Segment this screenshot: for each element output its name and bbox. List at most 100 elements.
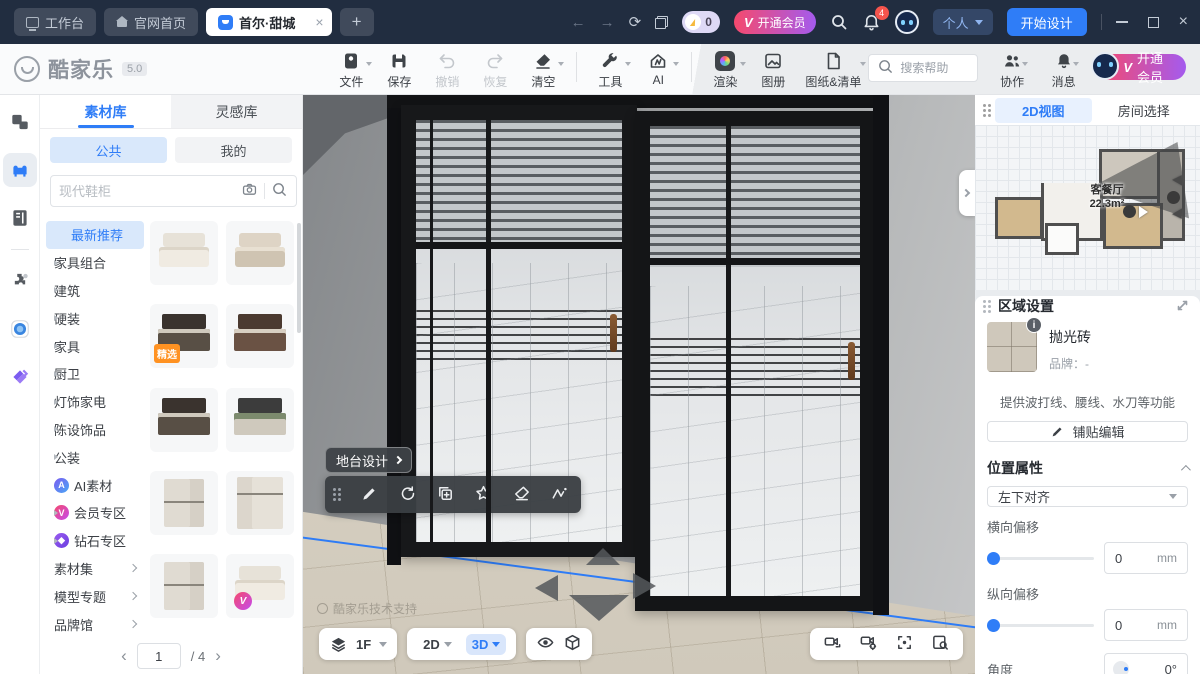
eraser-icon[interactable] bbox=[512, 484, 531, 506]
rail-custom-cabinet-button[interactable] bbox=[3, 201, 37, 235]
help-search-input[interactable] bbox=[900, 61, 970, 75]
prev-page-icon[interactable]: ‹ bbox=[121, 646, 127, 666]
tab-official-home[interactable]: 官网首页 bbox=[104, 8, 198, 36]
subtab-public[interactable]: 公共 bbox=[50, 137, 167, 163]
drag-handle[interactable] bbox=[333, 488, 341, 501]
camera-position-dot[interactable] bbox=[1167, 191, 1180, 204]
search-icon[interactable] bbox=[271, 181, 288, 201]
slider-knob[interactable] bbox=[987, 552, 1000, 565]
camera-search-icon[interactable] bbox=[241, 181, 258, 201]
maximize-icon[interactable] bbox=[1148, 17, 1159, 28]
rail-app-purple-button[interactable] bbox=[3, 360, 37, 394]
coin-balance[interactable]: 0 bbox=[682, 11, 720, 33]
notifications-bell-icon[interactable]: 4 bbox=[862, 13, 881, 32]
page-number-input[interactable]: 1 bbox=[137, 643, 181, 669]
category-item-lighting-appliance[interactable]: 灯饰家电 bbox=[46, 388, 144, 416]
camera-settings-icon[interactable] bbox=[859, 633, 878, 655]
nav-arrow-left-icon[interactable] bbox=[535, 575, 558, 601]
category-item-hard-finish[interactable]: 硬装 bbox=[46, 304, 144, 332]
tab-workspace[interactable]: 工作台 bbox=[14, 8, 96, 36]
collapse-panel-handle[interactable] bbox=[959, 170, 975, 216]
angle-dial-icon[interactable] bbox=[1113, 661, 1129, 674]
save-button[interactable]: 保存 bbox=[376, 48, 422, 90]
help-search-box[interactable] bbox=[868, 54, 978, 82]
category-item-furniture-sets[interactable]: 家具组合 bbox=[46, 249, 144, 277]
tools-button[interactable]: 工具 bbox=[587, 48, 633, 90]
ai-button[interactable]: AI bbox=[635, 48, 681, 87]
ai-icon[interactable] bbox=[550, 484, 569, 506]
render-button[interactable]: 渲染 bbox=[702, 48, 748, 90]
info-icon[interactable]: i bbox=[1026, 317, 1042, 333]
category-item-model-topics[interactable]: 模型专题 bbox=[46, 582, 144, 610]
material-search-box[interactable] bbox=[50, 175, 297, 207]
material-thumbnail[interactable] bbox=[226, 304, 294, 368]
category-item-decor[interactable]: 陈设饰品 bbox=[46, 416, 144, 444]
tab-room-select[interactable]: 房间选择 bbox=[1096, 98, 1193, 123]
camera-frame-icon[interactable] bbox=[823, 633, 842, 655]
tile-edit-button[interactable]: 铺贴编辑 bbox=[987, 421, 1188, 442]
material-thumbnail[interactable] bbox=[226, 388, 294, 452]
drag-handle[interactable] bbox=[983, 300, 991, 313]
profile-menu[interactable]: 个人 bbox=[933, 9, 993, 35]
category-item-brand-hall[interactable]: 品牌馆 bbox=[46, 610, 144, 638]
expand-panel-icon[interactable] bbox=[1177, 299, 1188, 314]
zoom-view-icon[interactable] bbox=[931, 633, 950, 655]
floor-selector[interactable]: 1F bbox=[319, 628, 397, 660]
close-window-icon[interactable]: × bbox=[1179, 13, 1188, 31]
tab-project-active[interactable]: 首尔·甜城 × bbox=[206, 8, 332, 36]
material-thumbnail[interactable] bbox=[226, 471, 294, 535]
category-item-commercial[interactable]: 公装 bbox=[46, 443, 144, 471]
material-thumbnail[interactable] bbox=[226, 221, 294, 285]
material-thumbnail[interactable] bbox=[150, 471, 218, 535]
new-tab-button[interactable]: + bbox=[340, 8, 374, 36]
rail-plugins-button[interactable] bbox=[3, 264, 37, 298]
platform-design-button[interactable]: 地台设计 bbox=[325, 447, 412, 473]
material-thumbnail[interactable] bbox=[150, 388, 218, 452]
tab-2d-view[interactable]: 2D视图 bbox=[995, 98, 1092, 123]
category-item-material-collections[interactable]: 素材集 bbox=[46, 555, 144, 583]
messages-button[interactable]: 消息 bbox=[1046, 48, 1081, 90]
slider-knob[interactable] bbox=[987, 619, 1000, 632]
v-offset-input[interactable]: 0 mm bbox=[1104, 609, 1188, 641]
h-offset-input[interactable]: 0 mm bbox=[1104, 542, 1188, 574]
view-2d-button[interactable]: 2D bbox=[417, 634, 458, 655]
category-item-diamond-zone[interactable]: ◆钻石专区 bbox=[46, 527, 144, 555]
rotate-icon[interactable] bbox=[398, 484, 417, 506]
nav-arrow-right-icon[interactable] bbox=[633, 573, 656, 599]
material-thumbnail[interactable] bbox=[150, 554, 218, 618]
category-item-furniture[interactable]: 家具 bbox=[46, 332, 144, 360]
sliding-door-right[interactable] bbox=[635, 111, 875, 611]
visibility-eye-icon[interactable] bbox=[536, 633, 555, 655]
collaborate-button[interactable]: 协作 bbox=[994, 48, 1029, 90]
category-item-architecture[interactable]: 建筑 bbox=[46, 277, 144, 305]
album-button[interactable]: 图册 bbox=[750, 48, 796, 90]
drawings-list-button[interactable]: 图纸&清单 bbox=[798, 48, 868, 90]
position-section-header[interactable]: 位置属性 bbox=[975, 450, 1200, 482]
forward-arrow-icon[interactable]: → bbox=[600, 14, 615, 31]
minimize-icon[interactable] bbox=[1116, 21, 1128, 23]
start-design-button[interactable]: 开始设计 bbox=[1007, 8, 1087, 36]
category-item-member-zone[interactable]: V会员专区 bbox=[46, 499, 144, 527]
category-item-recommended[interactable]: 最新推荐 bbox=[46, 221, 144, 249]
file-button[interactable]: 文件 bbox=[328, 48, 374, 90]
rail-app-blue-button[interactable] bbox=[3, 312, 37, 346]
viewport-3d[interactable]: 地台设计 酷家乐技术支持 1F 2D 3D bbox=[303, 95, 975, 674]
h-offset-slider[interactable] bbox=[987, 552, 1094, 565]
cube-view-icon[interactable] bbox=[563, 633, 582, 655]
scrollbar[interactable] bbox=[297, 223, 301, 333]
category-item-kitchen-bath[interactable]: 厨卫 bbox=[46, 360, 144, 388]
v-offset-slider[interactable] bbox=[987, 619, 1094, 632]
align-select[interactable]: 左下对齐 bbox=[987, 486, 1188, 507]
nav-arrow-up-icon[interactable] bbox=[586, 548, 620, 565]
edit-pencil-icon[interactable] bbox=[360, 484, 379, 506]
material-search-input[interactable] bbox=[59, 184, 235, 199]
nav-arrow-down-icon[interactable] bbox=[569, 595, 629, 621]
view-3d-button[interactable]: 3D bbox=[466, 634, 507, 655]
material-thumbnail[interactable]: 精选 bbox=[150, 304, 218, 368]
angle-input[interactable]: 0° bbox=[1104, 653, 1188, 674]
clear-button[interactable]: 清空 bbox=[520, 48, 566, 90]
vip-upgrade-button[interactable]: V 开通会员 bbox=[734, 10, 816, 34]
duplicate-page-icon[interactable] bbox=[655, 16, 668, 29]
tab-inspiration-library[interactable]: 灵感库 bbox=[171, 95, 302, 128]
subtab-mine[interactable]: 我的 bbox=[175, 137, 292, 163]
